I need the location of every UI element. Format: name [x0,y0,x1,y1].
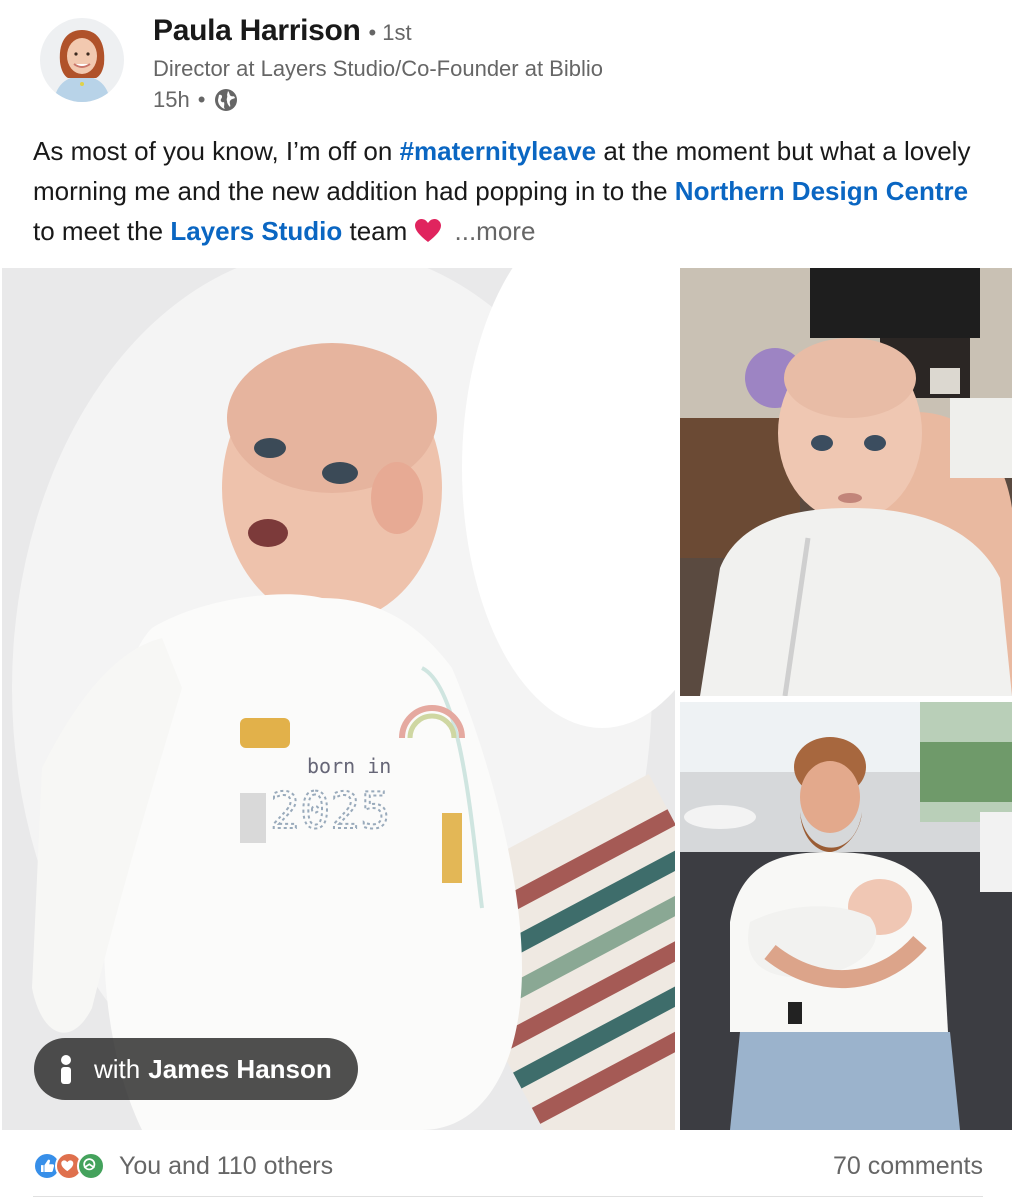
author-name[interactable]: Paula Harrison [153,14,361,48]
photo-man-holding-baby[interactable] [680,702,1012,1130]
support-icon [77,1152,105,1180]
mention-layers-studio-link[interactable]: Layers Studio [170,216,342,246]
photo-grid: born in 2025 with James Hanson [0,268,1014,1132]
svg-text:2025: 2025 [270,782,390,840]
photo-baby-in-onesie[interactable]: born in 2025 with James Hanson [2,268,675,1130]
tag-prefix: with [94,1053,141,1084]
reactions-summary[interactable]: You and 110 others [33,1149,333,1183]
connection-degree: 1st [382,20,412,45]
author-avatar[interactable] [40,18,124,102]
footer-divider [33,1196,983,1197]
globe-icon [213,87,239,113]
reaction-icons [33,1149,109,1183]
separator-dot: • [197,87,206,112]
tagged-person-name[interactable]: James Hanson [148,1054,332,1085]
author-headline: Director at Layers Studio/Co-Founder at … [153,56,603,81]
comments-count[interactable]: 70 comments [833,1152,983,1181]
heart-emoji-icon [414,214,441,242]
separator-dot: • [368,20,377,45]
svg-text:born in: born in [307,754,391,778]
person-icon [58,1054,74,1084]
post-time: 15h [153,87,190,112]
tagged-person-pill[interactable]: with James Hanson [34,1038,358,1100]
reactions-count-text[interactable]: You and 110 others [119,1152,333,1181]
post-body-text: As most of you know, I’m off on #materni… [33,136,971,246]
mention-northern-design-centre-link[interactable]: Northern Design Centre [675,176,968,206]
social-counts-bar: You and 110 others 70 comments [33,1142,983,1190]
see-more-link[interactable]: ...more [455,216,536,246]
post-header: Paula Harrison • 1st Director at Layers … [40,14,1000,114]
hashtag-maternityleave-link[interactable]: #maternityleave [400,136,597,166]
photo-baby-closeup[interactable] [680,268,1012,696]
